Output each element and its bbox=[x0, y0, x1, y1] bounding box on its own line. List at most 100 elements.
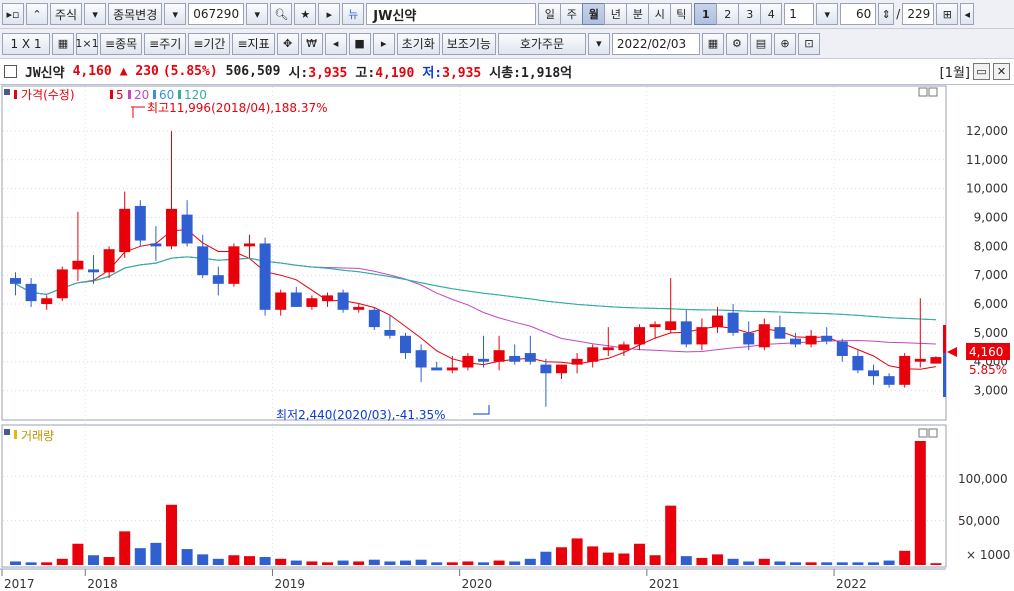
indicator-button[interactable]: ≡ 지표 bbox=[232, 32, 275, 55]
single-layout-icon[interactable]: 1×1 bbox=[75, 32, 99, 55]
volume-bar bbox=[259, 557, 271, 565]
price-tick-label: 11,000 bbox=[966, 153, 1008, 167]
count-input[interactable]: 60 bbox=[840, 3, 877, 25]
collapse-up-icon[interactable]: ⌃ bbox=[26, 3, 48, 25]
candle-body bbox=[930, 357, 942, 364]
quote-order-button[interactable]: 호가주문 bbox=[497, 32, 586, 55]
period-year[interactable]: 년 bbox=[604, 3, 627, 25]
candle-body bbox=[540, 364, 552, 374]
info-high: 고:4,190 bbox=[355, 62, 414, 81]
change-stock-button[interactable]: 종목변경 bbox=[108, 3, 163, 25]
interval-dropdown-icon[interactable]: ▾ bbox=[816, 3, 839, 25]
interval-1[interactable]: 1 bbox=[694, 3, 717, 25]
calendar-icon[interactable]: ▦ bbox=[701, 32, 724, 55]
candle-body bbox=[805, 335, 817, 345]
add-window-icon[interactable]: ⊞ bbox=[936, 3, 959, 25]
close-icon[interactable]: ✕ bbox=[993, 63, 1010, 80]
period-week[interactable]: 주 bbox=[560, 3, 583, 25]
period-tick[interactable]: 틱 bbox=[670, 3, 693, 25]
total-count-display: 229 bbox=[902, 3, 935, 25]
interval-3[interactable]: 3 bbox=[738, 3, 761, 25]
candle-body bbox=[680, 321, 692, 345]
next-stock-icon[interactable]: ▸ bbox=[318, 3, 341, 25]
zoom-icon[interactable]: ⊕ bbox=[773, 32, 796, 55]
chart-type-icon[interactable]: ▤ bbox=[749, 32, 772, 55]
volume-panel-close-icon[interactable] bbox=[928, 428, 938, 438]
news-icon[interactable]: 뉴 bbox=[342, 3, 365, 25]
volume-bar bbox=[400, 560, 411, 565]
info-right-controls: [1월] ▭ ✕ bbox=[940, 62, 1010, 81]
candle-body bbox=[244, 243, 255, 247]
minimize-icon[interactable]: ▭ bbox=[973, 63, 990, 80]
info-low-label: 저: bbox=[422, 66, 443, 81]
interval-input[interactable]: 1 bbox=[784, 3, 815, 25]
new-window-icon[interactable]: ⊡ bbox=[797, 32, 820, 55]
order-dropdown-icon[interactable]: ▾ bbox=[587, 32, 610, 55]
period-compare-button[interactable]: ≡ 주기 bbox=[144, 32, 187, 55]
volume-bar bbox=[618, 553, 630, 565]
aux-function-button[interactable]: 보조기능 bbox=[441, 32, 496, 55]
panel-toggle-icon[interactable]: ▸▫ bbox=[2, 3, 24, 25]
count-spinner-icon[interactable]: ⇕ bbox=[878, 3, 895, 25]
volume-bar bbox=[306, 561, 318, 565]
info-high-value: 4,190 bbox=[375, 66, 415, 81]
candle-body bbox=[415, 350, 427, 368]
period-day[interactable]: 일 bbox=[538, 3, 561, 25]
layout-button[interactable]: 1 X 1 bbox=[2, 32, 50, 55]
price-panel-icon bbox=[4, 89, 10, 95]
volume-bar bbox=[571, 538, 583, 565]
crosshair-icon[interactable]: ✥ bbox=[276, 32, 299, 55]
scroll-left-icon[interactable]: ◂ bbox=[324, 32, 347, 55]
market-type-dropdown-icon[interactable]: ▾ bbox=[84, 3, 107, 25]
period-month[interactable]: 월 bbox=[582, 3, 605, 25]
price-panel-close-icon[interactable] bbox=[928, 87, 938, 97]
price-range-bar-red bbox=[943, 325, 946, 353]
period-hour[interactable]: 시 bbox=[648, 3, 671, 25]
candle-body bbox=[103, 249, 115, 273]
volume-bar bbox=[634, 543, 645, 565]
interval-4[interactable]: 4 bbox=[760, 3, 783, 25]
x-axis-label: 2022 bbox=[836, 577, 867, 591]
price-panel-minimize-icon[interactable] bbox=[918, 87, 928, 97]
price-tick-label: 8,000 bbox=[974, 239, 1008, 253]
x-axis-label: 2020 bbox=[462, 577, 493, 591]
volume-panel-minimize-icon[interactable] bbox=[918, 428, 928, 438]
period-minute[interactable]: 분 bbox=[626, 3, 649, 25]
volume-bar bbox=[852, 562, 864, 565]
favorite-star-icon[interactable]: ★ bbox=[294, 3, 317, 25]
info-open: 시:3,935 bbox=[288, 62, 347, 81]
stock-code-input[interactable]: 067290 bbox=[188, 3, 245, 25]
candle-body bbox=[774, 327, 786, 339]
volume-bar bbox=[805, 562, 817, 565]
range-button[interactable]: ≡ 기간 bbox=[188, 32, 231, 55]
reset-button[interactable]: 초기화 bbox=[396, 32, 440, 55]
ma60-legend: 60 bbox=[159, 88, 174, 102]
stock-chart[interactable]: 3,0004,0005,0006,0007,0008,0009,00010,00… bbox=[0, 85, 1014, 591]
candle-body bbox=[602, 347, 614, 351]
search-icon[interactable]: 🔍︎ bbox=[270, 3, 293, 25]
volume-bar bbox=[337, 560, 349, 565]
volume-bar bbox=[930, 563, 942, 565]
volume-bar bbox=[10, 561, 21, 565]
info-change-pct: (5.85%) bbox=[162, 64, 218, 79]
volume-bar bbox=[462, 561, 474, 565]
date-input[interactable]: 2022/02/03 bbox=[611, 32, 700, 55]
resize-icon[interactable]: ◂ bbox=[960, 3, 975, 25]
market-type-button[interactable]: 주식 bbox=[50, 3, 83, 25]
candle-body bbox=[72, 260, 84, 270]
code-dropdown-icon[interactable]: ▾ bbox=[246, 3, 269, 25]
change-stock-dropdown-icon[interactable]: ▾ bbox=[164, 3, 187, 25]
volume-bar bbox=[696, 557, 708, 565]
stock-compare-button[interactable]: ≡ 종목 bbox=[100, 32, 143, 55]
interval-2[interactable]: 2 bbox=[716, 3, 739, 25]
stop-icon[interactable]: ■ bbox=[348, 32, 371, 55]
volume-bar bbox=[212, 558, 224, 565]
won-icon[interactable]: ₩ bbox=[300, 32, 323, 55]
scroll-right-icon[interactable]: ▸ bbox=[372, 32, 395, 55]
stock-checkbox[interactable] bbox=[4, 65, 17, 78]
candle-body bbox=[431, 367, 443, 371]
grid-icon[interactable]: ▦ bbox=[52, 32, 74, 55]
candle-body bbox=[384, 330, 396, 336]
settings-gear-icon[interactable]: ⚙ bbox=[725, 32, 748, 55]
candle-body bbox=[306, 298, 318, 307]
